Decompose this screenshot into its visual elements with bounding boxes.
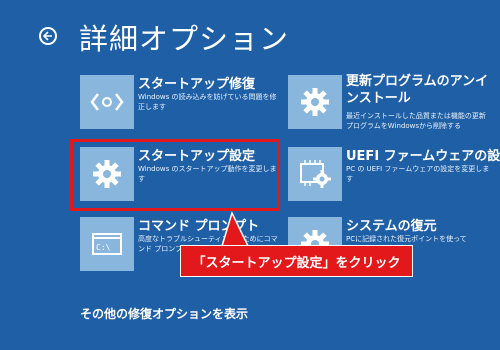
- tile-description: 最近インストールした品質または機能の更新プログラムをWindowsから削除する: [346, 112, 486, 130]
- tile-title: スタートアップ修復: [138, 77, 256, 92]
- tile-uefi-firmware-settings[interactable]: UEFI ファームウェアの設定 PC の UEFI ファームウェアの設定を変更し…: [288, 147, 500, 203]
- page-title: 詳細オプション: [79, 22, 290, 56]
- highlight-frame: [70, 139, 280, 211]
- back-button[interactable]: [39, 27, 57, 45]
- tile-description: Windows の読み込みを妨げている問題を修正します: [138, 93, 277, 111]
- instruction-callout: 「スタートアップ設定」をクリック: [180, 245, 413, 277]
- command-prompt-icon: C:\: [80, 217, 134, 271]
- tile-title: コマンド プロンプト: [138, 219, 260, 234]
- chip-gear-icon: [288, 147, 342, 201]
- tile-title: UEFI ファームウェアの設定: [346, 149, 500, 164]
- tile-uninstall-updates[interactable]: 更新プログラムのアンインストール 最近インストールした品質または機能の更新プログ…: [288, 74, 488, 131]
- tile-description: PC の UEFI ファームウェアの設定を変更します: [346, 165, 490, 183]
- code-brackets-icon: [80, 75, 134, 129]
- back-arrow-icon: [43, 31, 52, 41]
- more-repair-options-link[interactable]: その他の修復オプションを表示: [80, 305, 248, 322]
- gear-icon: [288, 75, 342, 129]
- tile-title: 更新プログラムのアンインストール: [346, 74, 489, 106]
- tile-title: システムの復元: [346, 219, 437, 234]
- tile-startup-repair[interactable]: スタートアップ修復 Windows の読み込みを妨げている問題を修正します: [80, 75, 280, 131]
- svg-text:C:\: C:\: [96, 243, 111, 252]
- tile-description: PCに記録された復元ポイントを使って: [346, 235, 467, 243]
